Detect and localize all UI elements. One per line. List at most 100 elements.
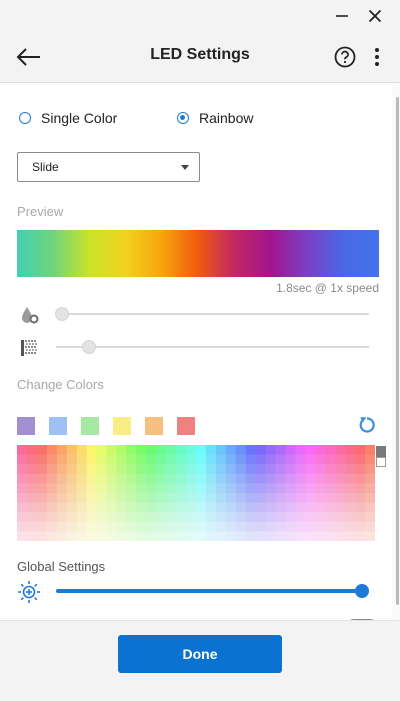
color-cell[interactable] [365, 464, 376, 475]
color-cell[interactable] [315, 502, 326, 513]
color-cell[interactable] [56, 464, 68, 475]
color-cell[interactable] [345, 502, 356, 513]
color-cell[interactable] [235, 445, 247, 455]
color-cell[interactable] [76, 512, 88, 523]
color-cell[interactable] [245, 473, 257, 484]
color-cell[interactable] [176, 483, 187, 494]
color-cell[interactable] [17, 445, 28, 455]
color-cell[interactable] [365, 445, 376, 455]
color-cell[interactable] [275, 483, 286, 494]
color-cell[interactable] [235, 512, 247, 523]
color-cell[interactable] [126, 512, 137, 523]
color-cell[interactable] [176, 464, 187, 475]
color-cell[interactable] [176, 521, 187, 532]
color-cell[interactable] [335, 531, 346, 542]
color-cell[interactable] [265, 531, 276, 542]
color-cell[interactable] [225, 483, 237, 494]
color-cell[interactable] [86, 521, 97, 532]
color-cell[interactable] [325, 473, 336, 484]
color-cell[interactable] [355, 483, 366, 494]
color-cell[interactable] [225, 531, 237, 542]
color-cell[interactable] [116, 531, 127, 542]
color-cell[interactable] [136, 512, 147, 523]
color-cell[interactable] [315, 473, 326, 484]
color-cell[interactable] [106, 454, 117, 465]
color-cell[interactable] [146, 521, 157, 532]
color-cell[interactable] [36, 502, 48, 513]
color-cell[interactable] [255, 493, 267, 503]
color-cell[interactable] [325, 483, 336, 494]
scrollbar-thumb[interactable] [396, 97, 399, 605]
color-cell[interactable] [295, 502, 306, 513]
color-cell[interactable] [86, 493, 97, 503]
color-cell[interactable] [225, 521, 237, 532]
color-cell[interactable] [345, 483, 356, 494]
color-cell[interactable] [116, 445, 127, 455]
color-cell[interactable] [156, 502, 167, 513]
color-cell[interactable] [225, 454, 237, 465]
color-cell[interactable] [235, 531, 247, 542]
color-cell[interactable] [66, 531, 78, 542]
color-cell[interactable] [136, 454, 147, 465]
color-cell[interactable] [106, 502, 117, 513]
color-cell[interactable] [116, 502, 127, 513]
color-cell[interactable] [365, 483, 376, 494]
color-cell[interactable] [126, 531, 137, 542]
color-cell[interactable] [215, 473, 227, 484]
color-cell[interactable] [146, 483, 157, 494]
color-cell[interactable] [86, 502, 97, 513]
color-cell[interactable] [255, 531, 267, 542]
color-cell[interactable] [365, 502, 376, 513]
color-cell[interactable] [255, 445, 267, 455]
color-cell[interactable] [26, 512, 38, 523]
color-cell[interactable] [166, 464, 177, 475]
color-cell[interactable] [106, 493, 117, 503]
color-cell[interactable] [116, 521, 127, 532]
color-cell[interactable] [255, 521, 267, 532]
color-cell[interactable] [176, 502, 187, 513]
color-cell[interactable] [136, 521, 147, 532]
color-cell[interactable] [106, 521, 117, 532]
color-cell[interactable] [146, 464, 157, 475]
color-cell[interactable] [275, 445, 286, 455]
color-cell[interactable] [156, 454, 167, 465]
color-cell[interactable] [86, 483, 97, 494]
color-cell[interactable] [285, 483, 296, 494]
color-cell[interactable] [86, 454, 97, 465]
color-cell[interactable] [76, 473, 88, 484]
color-cell[interactable] [56, 454, 68, 465]
color-cell[interactable] [275, 493, 286, 503]
color-cell[interactable] [46, 531, 58, 542]
color-cell[interactable] [225, 445, 237, 455]
color-cell[interactable] [265, 454, 276, 465]
color-cell[interactable] [17, 502, 28, 513]
color-cell[interactable] [245, 512, 257, 523]
color-cell[interactable] [285, 464, 296, 475]
color-cell[interactable] [86, 531, 97, 542]
color-cell[interactable] [196, 445, 207, 455]
color-cell[interactable] [26, 493, 38, 503]
color-cell[interactable] [126, 502, 137, 513]
color-cell[interactable] [315, 483, 326, 494]
color-cell[interactable] [225, 502, 237, 513]
color-cell[interactable] [96, 445, 107, 455]
color-cell[interactable] [355, 521, 366, 532]
color-cell[interactable] [17, 483, 28, 494]
color-cell[interactable] [46, 502, 58, 513]
done-button[interactable]: Done [118, 635, 282, 673]
color-cell[interactable] [86, 473, 97, 484]
color-cell[interactable] [176, 531, 187, 542]
color-cell[interactable] [26, 483, 38, 494]
color-cell[interactable] [335, 512, 346, 523]
color-cell[interactable] [106, 483, 117, 494]
color-cell[interactable] [265, 521, 276, 532]
color-cell[interactable] [245, 464, 257, 475]
color-cell[interactable] [196, 473, 207, 484]
color-cell[interactable] [56, 502, 68, 513]
color-cell[interactable] [156, 512, 167, 523]
color-cell[interactable] [66, 445, 78, 455]
color-cell[interactable] [36, 454, 48, 465]
color-cell[interactable] [136, 502, 147, 513]
color-cell[interactable] [285, 493, 296, 503]
color-cell[interactable] [17, 512, 28, 523]
